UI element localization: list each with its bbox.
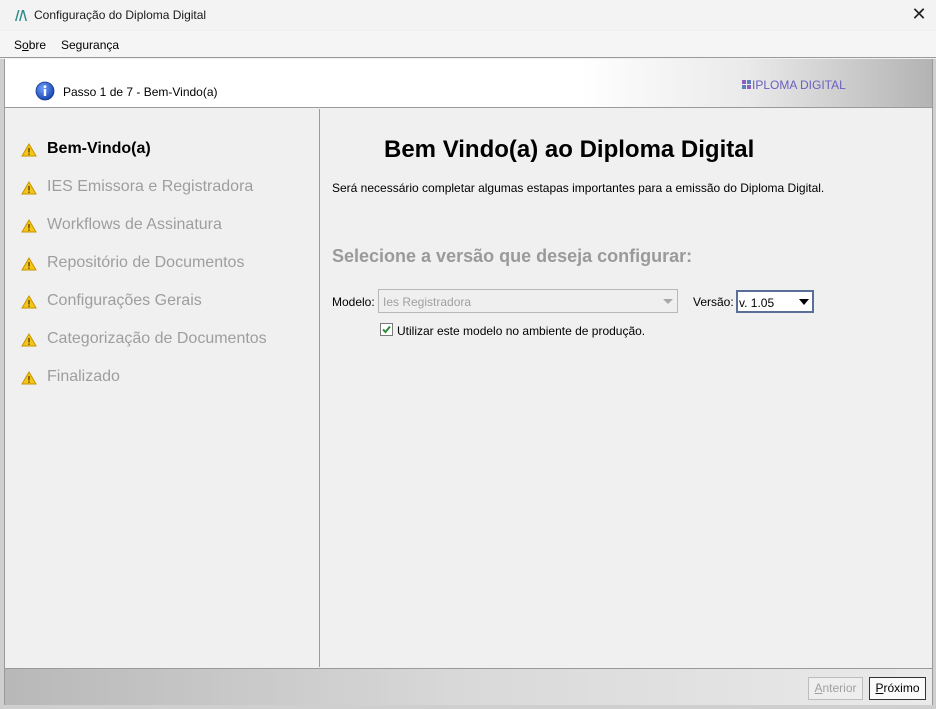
sidebar-item-label: IES Emissora e Registradora xyxy=(47,178,254,195)
window-right-border xyxy=(932,59,936,709)
wizard-footer: Anterior Próximo xyxy=(5,668,932,705)
sidebar-item-categorizacao[interactable]: Categorização de Documentos xyxy=(5,328,315,352)
sidebar-item-configuracoes[interactable]: Configurações Gerais xyxy=(5,290,315,314)
versao-select[interactable]: v. 1.05 xyxy=(736,290,814,313)
proximo-button[interactable]: Próximo xyxy=(869,677,926,700)
close-icon[interactable]: ✕ xyxy=(906,4,932,26)
warning-icon xyxy=(21,295,37,309)
sidebar-item-label: Repositório de Documentos xyxy=(47,254,245,271)
wizard-header: Passo 1 de 7 - Bem-Vindo(a) IPLOMA DIGIT… xyxy=(5,59,932,108)
anterior-button-label: Anterior xyxy=(814,681,857,695)
sidebar-item-finalizado[interactable]: Finalizado xyxy=(5,366,315,390)
step-indicator: Passo 1 de 7 - Bem-Vindo(a) xyxy=(63,85,218,99)
warning-icon xyxy=(21,257,37,271)
chevron-down-icon xyxy=(799,299,809,305)
checkmark-icon xyxy=(382,325,391,334)
modelo-label: Modelo: xyxy=(332,295,375,309)
versao-select-value: v. 1.05 xyxy=(739,296,775,310)
menu-seguranca-label: Segurança xyxy=(61,38,120,52)
sidebar-item-bem-vindo[interactable]: Bem-Vindo(a) xyxy=(5,138,315,162)
menu-seguranca[interactable]: Segurança xyxy=(61,38,119,52)
menu-sobre-label: Sobre xyxy=(14,38,47,52)
sidebar-item-workflows[interactable]: Workflows de Assinatura xyxy=(5,214,315,238)
info-icon xyxy=(35,81,55,101)
anterior-button[interactable]: Anterior xyxy=(808,677,863,700)
sidebar-item-label: Bem-Vindo(a) xyxy=(47,140,151,157)
brand-text: IPLOMA DIGITAL xyxy=(752,78,846,92)
proximo-button-label: Próximo xyxy=(875,681,920,695)
sidebar-item-repositorio[interactable]: Repositório de Documentos xyxy=(5,252,315,276)
version-section-title: Selecione a versão que deseja configurar… xyxy=(332,246,693,266)
warning-icon xyxy=(21,333,37,347)
versao-label: Versão: xyxy=(693,295,734,309)
warning-icon xyxy=(21,371,37,385)
chevron-down-icon xyxy=(663,299,673,304)
wizard-steps-sidebar: Bem-Vindo(a) IES Emissora e Registradora… xyxy=(5,109,320,667)
sidebar-item-label: Finalizado xyxy=(47,368,120,385)
modelo-select-value: Ies Registradora xyxy=(383,295,472,309)
menu-sobre[interactable]: Sobre xyxy=(14,38,46,52)
page-description: Será necessário completar algumas estapa… xyxy=(332,181,825,195)
sidebar-item-label: Categorização de Documentos xyxy=(47,330,267,347)
app-logo-icon xyxy=(15,10,27,21)
diploma-digital-logo: IPLOMA DIGITAL xyxy=(742,78,846,92)
window-bottom-border xyxy=(0,705,936,709)
main-panel: Bem Vindo(a) ao Diploma Digital Será nec… xyxy=(321,109,932,667)
sidebar-item-label: Configurações Gerais xyxy=(47,292,202,309)
warning-icon xyxy=(21,219,37,233)
warning-icon xyxy=(21,181,37,195)
sidebar-item-label: Workflows de Assinatura xyxy=(47,216,222,233)
warning-icon xyxy=(21,143,37,157)
producao-checkbox-label: Utilizar este modelo no ambiente de prod… xyxy=(397,324,646,338)
producao-checkbox[interactable] xyxy=(380,323,393,336)
page-title: Bem Vindo(a) ao Diploma Digital xyxy=(384,136,755,163)
window-title: Configuração do Diploma Digital xyxy=(34,8,207,22)
title-bar: Configuração do Diploma Digital ✕ xyxy=(0,0,936,30)
modelo-select[interactable]: Ies Registradora xyxy=(378,289,678,313)
menu-bar: Sobre Segurança xyxy=(0,31,936,58)
sidebar-item-ies-emissora[interactable]: IES Emissora e Registradora xyxy=(5,176,315,200)
